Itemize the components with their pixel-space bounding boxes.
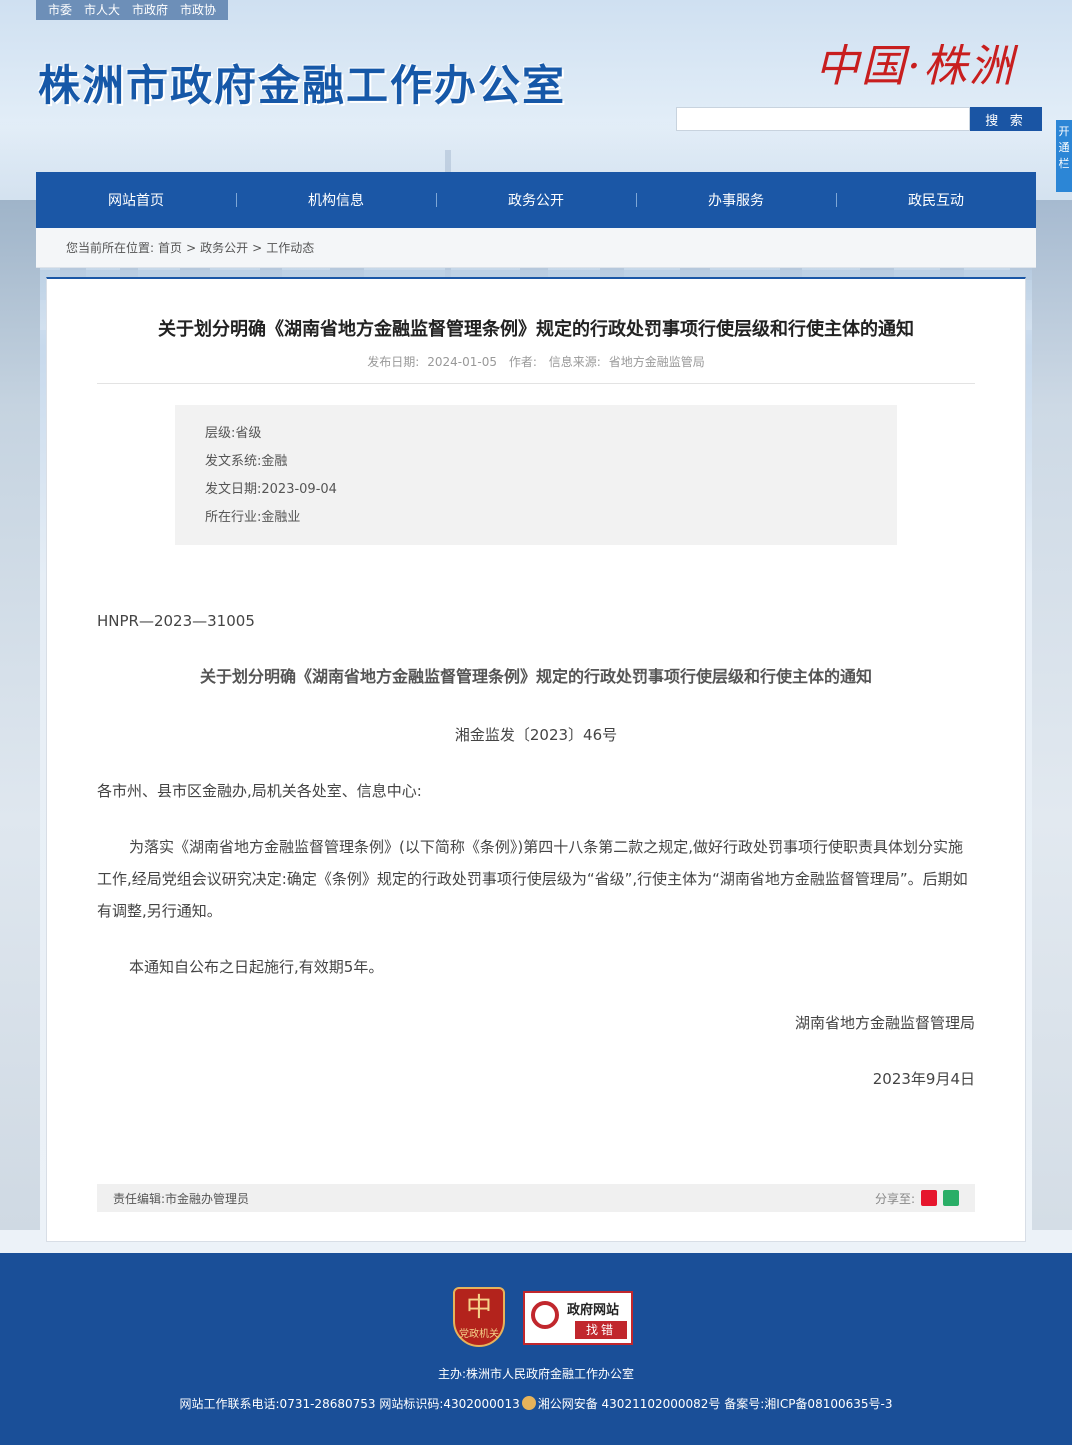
- breadcrumb-home[interactable]: 首页: [158, 239, 182, 256]
- left-backdrop: [0, 200, 40, 1230]
- error-badge-button: 找错: [575, 1321, 627, 1339]
- breadcrumb: 您当前所在位置: 首页 > 政务公开 > 工作动态: [36, 228, 1036, 268]
- top-link-congress[interactable]: 市人大: [78, 0, 126, 20]
- share-area: 分享至:: [875, 1190, 959, 1207]
- nav-services[interactable]: 办事服务: [636, 190, 836, 210]
- paragraph: 本通知自公布之日起施行,有效期5年。: [129, 958, 384, 976]
- party-badge-label: 党政机关: [459, 1329, 499, 1340]
- info-level: 层级:省级: [205, 426, 262, 441]
- main-nav: 网站首页 机构信息 政务公开 办事服务 政民互动: [36, 172, 1036, 228]
- editor-bar: 责任编辑:市金融办管理员 分享至:: [97, 1184, 975, 1212]
- nav-gov-affairs[interactable]: 政务公开: [436, 190, 636, 210]
- signature: 湖南省地方金融监督管理局: [794, 1014, 975, 1032]
- side-float-tab[interactable]: 开通栏: [1056, 120, 1072, 192]
- party-emblem-icon: 中: [465, 1293, 492, 1323]
- top-link-cppcc[interactable]: 市政协: [174, 0, 222, 20]
- error-badge-title: 政府网站: [567, 1303, 620, 1318]
- search-bar: 搜 索: [676, 107, 1042, 131]
- breadcrumb-prefix: 您当前所在位置:: [66, 241, 155, 255]
- record-info[interactable]: 湘公网安备 43021102000082号 备案号:湘ICP备08100635号…: [538, 1397, 893, 1411]
- author-label: 作者:: [508, 355, 537, 369]
- breadcrumb-gov-affairs[interactable]: 政务公开: [200, 239, 248, 256]
- site-title: 株洲市政府金融工作办公室: [38, 61, 567, 110]
- doc-info-box: 层级:省级 发文系统:金融 发文日期:2023-09-04 所在行业:金融业: [175, 405, 897, 545]
- sign-date: 2023年9月4日: [872, 1070, 975, 1088]
- doc-number: HNPR—2023—31005: [97, 612, 255, 630]
- article-title: 关于划分明确《湖南省地方金融监督管理条例》规定的行政处罚事项行使层级和行使主体的…: [158, 319, 914, 340]
- title-divider: [97, 383, 975, 384]
- info-industry: 所在行业:金融业: [205, 510, 301, 525]
- top-link-government[interactable]: 市政府: [126, 0, 174, 20]
- host-line: 主办:株洲市人民政府金融工作办公室: [437, 1367, 635, 1381]
- contact-line: 网站工作联系电话:0731-28680753 网站标识码:4302000013 湘…: [0, 1395, 1072, 1412]
- article-container: 关于划分明确《湖南省地方金融监督管理条例》规定的行政处罚事项行使层级和行使主体的…: [46, 277, 1026, 1242]
- doc-code: 湘金监发〔2023〕46号: [454, 726, 618, 744]
- search-input[interactable]: [676, 107, 970, 131]
- nav-org-info[interactable]: 机构信息: [236, 190, 436, 210]
- share-label: 分享至:: [874, 1191, 915, 1206]
- info-system: 发文系统:金融: [205, 454, 288, 469]
- china-zhuzhou-logo: 中国·株洲: [815, 41, 1015, 92]
- footer: 中 党政机关 政府网站 找错 主办:株洲市人民政府金融工作办公室 网站工作联系电…: [0, 1253, 1072, 1445]
- nav-interaction[interactable]: 政民互动: [836, 190, 1036, 210]
- responsible-editor: 责任编辑:市金融办管理员: [113, 1191, 250, 1206]
- search-button[interactable]: 搜 索: [970, 107, 1042, 131]
- party-gov-badge[interactable]: 中 党政机关: [453, 1287, 505, 1347]
- source-label: 信息来源:: [548, 355, 601, 369]
- nav-home[interactable]: 网站首页: [36, 190, 236, 210]
- breadcrumb-work-news[interactable]: 工作动态: [266, 239, 314, 256]
- police-badge-icon: [521, 1396, 536, 1410]
- breadcrumb-sep: >: [186, 240, 197, 255]
- wechat-icon[interactable]: [943, 1190, 959, 1206]
- magnifier-icon: [531, 1301, 559, 1329]
- info-issue-date: 发文日期:2023-09-04: [205, 482, 337, 497]
- paragraph: 为落实《湖南省地方金融监督管理条例》(以下简称《条例》)第四十八条第二款之规定,…: [97, 838, 968, 920]
- publish-date: 2024-01-05: [427, 355, 498, 369]
- right-backdrop: [1032, 200, 1072, 1230]
- top-link-party[interactable]: 市委: [42, 0, 78, 20]
- top-links: 市委 市人大 市政府 市政协: [36, 0, 229, 20]
- gov-site-error-badge[interactable]: 政府网站 找错: [523, 1291, 633, 1345]
- publish-date-label: 发布日期:: [367, 355, 420, 369]
- source-value: 省地方金融监管局: [608, 355, 705, 369]
- weibo-icon[interactable]: [921, 1190, 937, 1206]
- contact-info: 网站工作联系电话:0731-28680753 网站标识码:4302000013: [179, 1397, 520, 1411]
- salutation: 各市州、县市区金融办,局机关各处室、信息中心:: [97, 782, 422, 800]
- doc-title: 关于划分明确《湖南省地方金融监督管理条例》规定的行政处罚事项行使层级和行使主体的…: [199, 667, 872, 686]
- article-meta: 发布日期: 2024-01-05 作者: 信息来源: 省地方金融监管局: [47, 353, 1025, 370]
- breadcrumb-sep: >: [252, 240, 263, 255]
